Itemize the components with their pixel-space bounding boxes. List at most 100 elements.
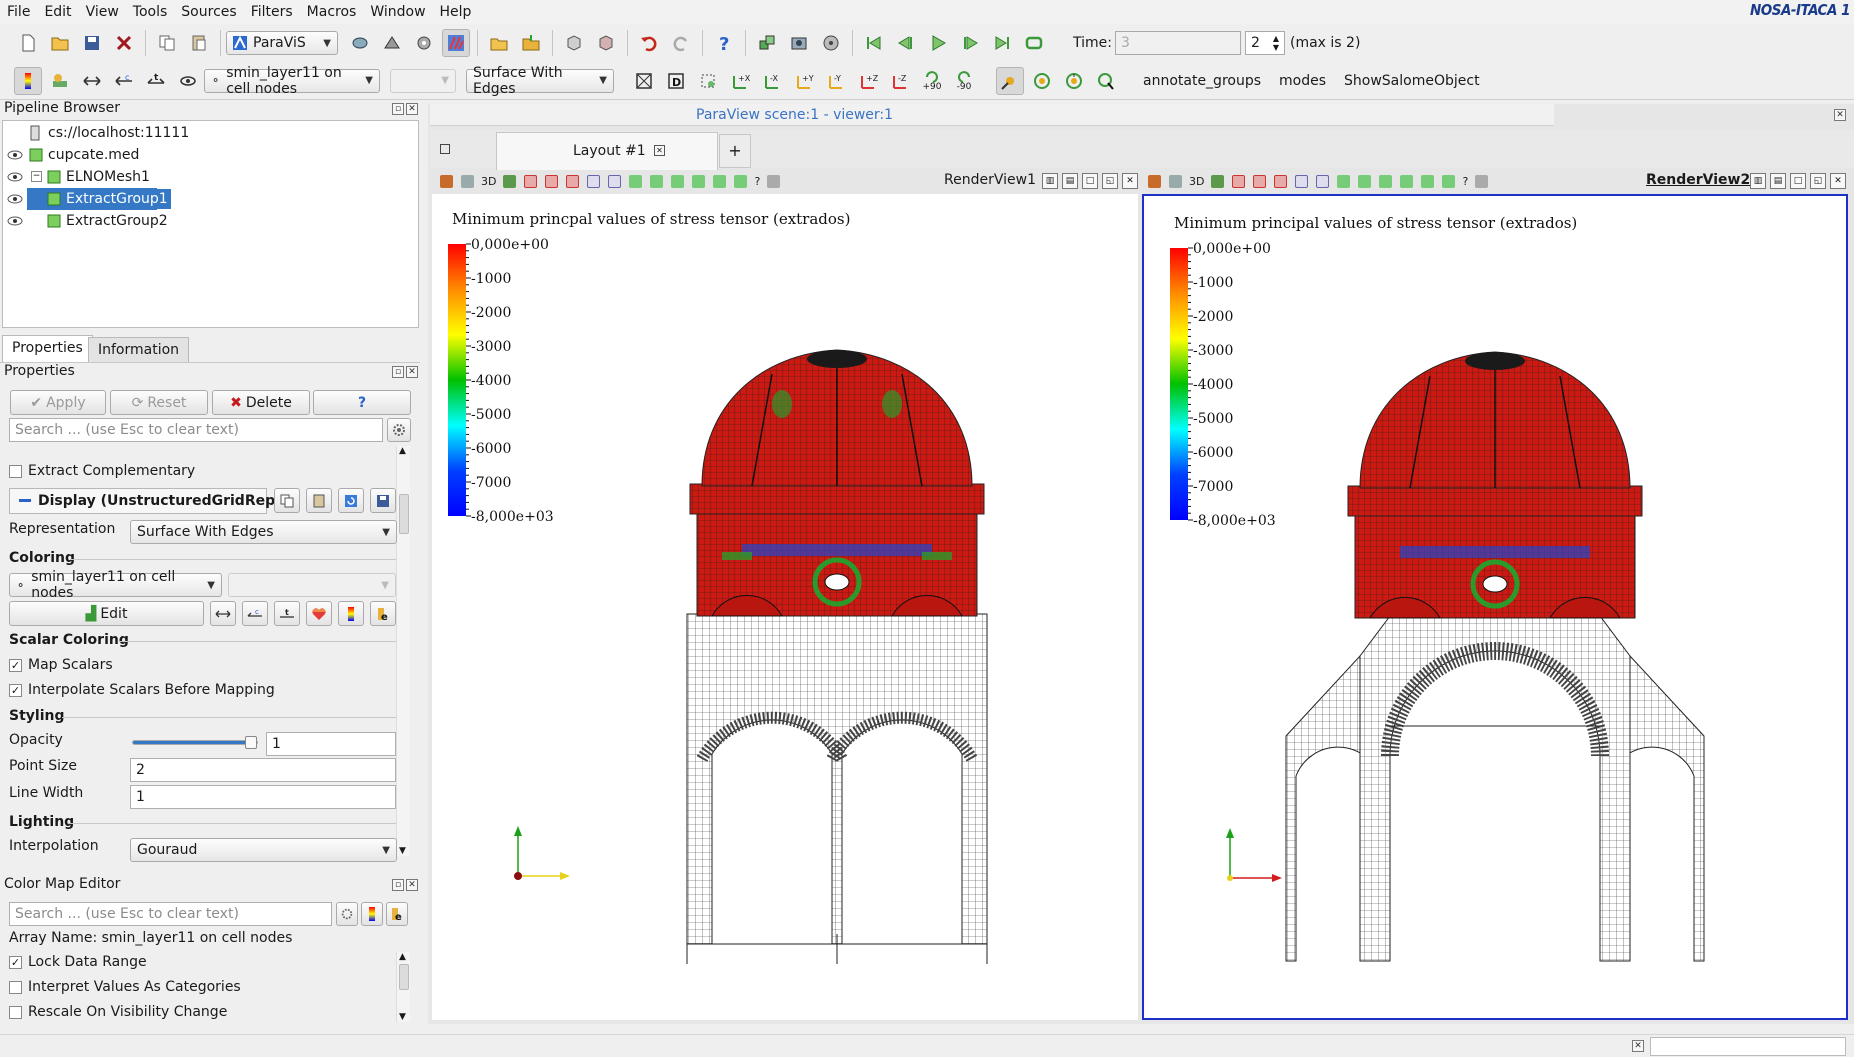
map-scalars-checkbox[interactable]: ✓	[9, 659, 22, 672]
scroll-thumb[interactable]	[399, 494, 409, 534]
annotate-groups-macro-button[interactable]: annotate_groups	[1134, 67, 1270, 95]
pick-center-button[interactable]	[1092, 67, 1120, 95]
scroll-down-icon[interactable]: ▼	[399, 846, 406, 856]
select-cells-icon[interactable]	[440, 174, 453, 188]
colormap-edit-legend-button[interactable]: e	[386, 902, 408, 926]
interpolation-select[interactable]: Gouraud ▼	[130, 838, 397, 862]
scroll-down-icon[interactable]: ▼	[399, 1012, 406, 1022]
hover-points-icon[interactable]	[1358, 174, 1372, 188]
view2-3d-toggle[interactable]: 3D	[1189, 175, 1204, 188]
reset-center-button[interactable]	[1060, 67, 1088, 95]
split-horizontal-icon[interactable]: ▥	[1750, 173, 1766, 189]
view1-3d-toggle[interactable]: 3D	[481, 175, 496, 188]
rescale-temporal-button[interactable]: t	[274, 601, 300, 626]
module-combo[interactable]: ParaViS ▼	[226, 31, 338, 55]
render-view-2[interactable]: Minimum principal values of stress tenso…	[1142, 194, 1848, 1020]
load-state-button[interactable]	[517, 29, 545, 57]
record-button[interactable]	[817, 29, 845, 57]
scroll-thumb[interactable]	[399, 964, 409, 990]
eye-icon[interactable]	[7, 216, 23, 226]
loop-button[interactable]	[1020, 29, 1048, 57]
custom-range-button[interactable]: c	[110, 67, 138, 95]
select-frustum-icon[interactable]	[1274, 174, 1288, 188]
connect-button[interactable]	[560, 29, 588, 57]
copy-button[interactable]	[153, 29, 181, 57]
color-by-combo[interactable]: ⚬ smin_layer11 on cell nodes ▼	[204, 65, 380, 97]
close-icon[interactable]: ✕	[406, 103, 418, 115]
select-polygon-icon[interactable]	[587, 174, 601, 188]
apply-button[interactable]: ✔ Apply	[10, 390, 106, 415]
hover-cells-icon[interactable]	[1379, 174, 1393, 188]
temporal-range-button[interactable]: t	[142, 67, 170, 95]
scroll-up-icon[interactable]: ▲	[399, 952, 406, 962]
menu-macros[interactable]: Macros	[300, 0, 364, 24]
toggle-color-legend-button[interactable]	[14, 66, 42, 95]
edit-colormap-button[interactable]: ▟ Edit	[9, 601, 204, 626]
select-block-icon[interactable]	[1316, 174, 1330, 188]
tab-properties[interactable]: Properties	[2, 335, 93, 363]
close-icon[interactable]: ✕	[406, 366, 418, 378]
select-points-icon[interactable]	[1169, 174, 1182, 188]
split-vertical-icon[interactable]: ▤	[1062, 173, 1078, 189]
redo-button[interactable]	[667, 29, 695, 57]
scroll-up-icon[interactable]: ▲	[399, 446, 406, 456]
help-button[interactable]: ?	[710, 29, 738, 57]
select-frustum-icon[interactable]	[566, 174, 580, 188]
interactive-select-icon[interactable]	[629, 174, 643, 188]
representation-select[interactable]: Surface With Edges ▼	[130, 520, 397, 544]
line-width-input[interactable]: 1	[130, 785, 396, 809]
split-vertical-icon[interactable]: ▤	[1770, 173, 1786, 189]
spin-arrows-icon[interactable]: ▲ ▼	[1273, 34, 1279, 52]
add-layout-tab-button[interactable]: +	[719, 134, 751, 168]
rotate-minus-90-button[interactable]: -90	[950, 67, 978, 95]
hover-points-icon[interactable]	[650, 174, 664, 188]
menu-window[interactable]: Window	[363, 0, 432, 24]
edit-scalar-bar-button[interactable]: e	[370, 601, 396, 626]
paste-display-button[interactable]	[306, 488, 332, 513]
pipeline-item-cupcate[interactable]: cupcate.med	[3, 144, 418, 166]
opacity-slider-handle[interactable]	[245, 736, 257, 749]
next-frame-button[interactable]	[956, 29, 984, 57]
select-block-icon[interactable]	[608, 174, 622, 188]
restore-icon[interactable]: ◱	[1102, 173, 1118, 189]
select-polygon-icon[interactable]	[1295, 174, 1309, 188]
rescale-range-button[interactable]	[210, 601, 236, 626]
select-cells-on-icon[interactable]	[1232, 174, 1246, 188]
copy-display-button[interactable]	[274, 488, 300, 513]
menu-edit[interactable]: Edit	[37, 0, 78, 24]
float-icon[interactable]: ▫	[392, 879, 404, 891]
select-points-on-icon[interactable]	[1253, 174, 1267, 188]
clear-status-icon[interactable]: ✕	[1632, 1040, 1644, 1052]
reset-display-button[interactable]	[338, 488, 364, 513]
paste-button[interactable]	[185, 29, 213, 57]
rescale-custom-button[interactable]: c	[242, 601, 268, 626]
screenshot-button[interactable]	[785, 29, 813, 57]
interpolate-scalars-checkbox[interactable]: ✓	[9, 684, 22, 697]
component-combo[interactable]: ▼	[390, 68, 456, 93]
colormap-scrollbar[interactable]: ▲ ▼	[396, 952, 410, 1022]
lock-data-range-checkbox[interactable]: ✓	[9, 956, 22, 969]
show-salome-object-macro-button[interactable]: ShowSalomeObject	[1335, 67, 1489, 95]
colormap-search-input[interactable]: Search ... (use Esc to clear text)	[9, 902, 332, 926]
disconnect-button[interactable]	[592, 29, 620, 57]
view2-help-icon[interactable]: ?	[1462, 175, 1468, 188]
grow-selection-icon[interactable]	[692, 174, 706, 188]
point-size-input[interactable]: 2	[130, 758, 396, 782]
tab-layout-1[interactable]: Layout #1 ✕	[496, 132, 718, 170]
clear-selection-icon[interactable]	[734, 174, 748, 188]
show-center-button[interactable]	[1028, 67, 1056, 95]
open-folder-button[interactable]	[485, 29, 513, 57]
menu-sources[interactable]: Sources	[174, 0, 243, 24]
zoom-to-data-button[interactable]: D	[662, 67, 690, 95]
view-plus-x-button[interactable]: +X	[726, 67, 754, 95]
float-icon[interactable]: ▫	[392, 103, 404, 115]
float-icon[interactable]: ▫	[392, 366, 404, 378]
edit-color-map-button[interactable]	[46, 67, 74, 95]
eye-icon[interactable]	[7, 150, 23, 160]
interpret-categories-checkbox[interactable]	[9, 981, 22, 994]
advanced-properties-button[interactable]	[387, 418, 411, 442]
new-file-button[interactable]	[14, 29, 42, 57]
favorite-colormap-button[interactable]	[306, 601, 332, 626]
layout-maximize-icon[interactable]	[440, 144, 450, 154]
eye-icon[interactable]	[7, 194, 23, 204]
